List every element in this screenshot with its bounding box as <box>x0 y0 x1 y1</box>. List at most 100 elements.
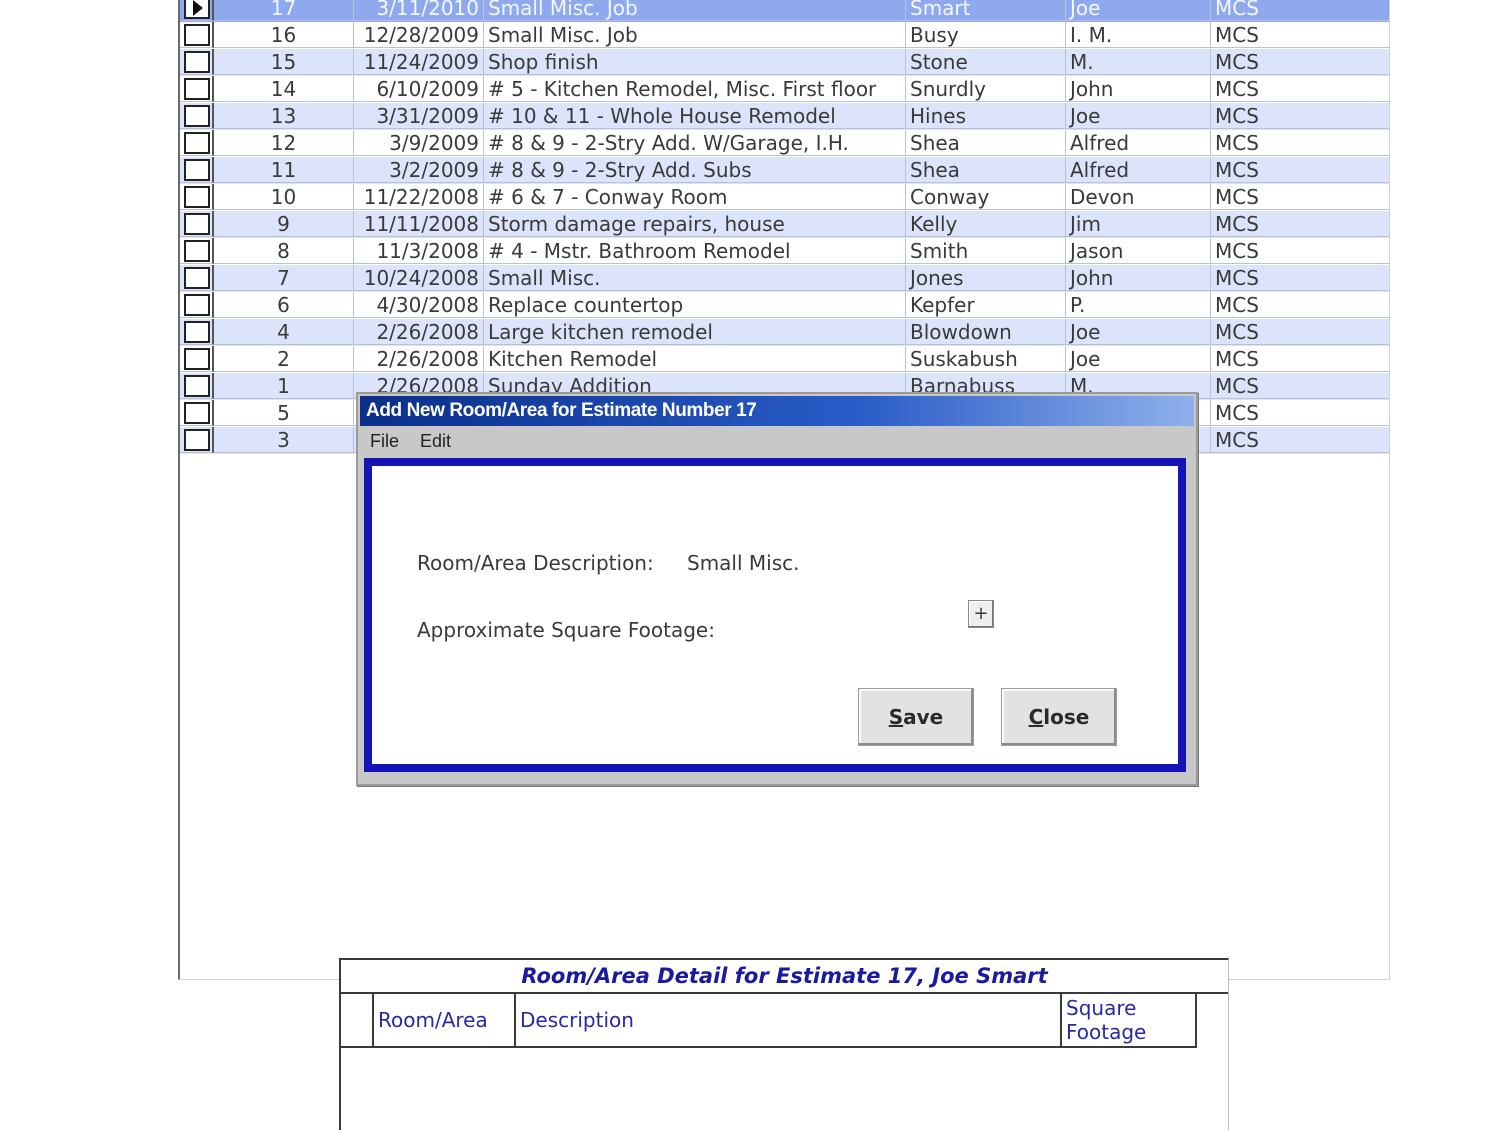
customer-first-name-cell[interactable]: I. M. <box>1066 22 1211 48</box>
record-selector[interactable] <box>180 292 214 318</box>
customer-last-name-cell[interactable]: Busy <box>906 22 1066 48</box>
customer-first-name-cell[interactable]: Jim <box>1066 211 1211 237</box>
record-selector[interactable] <box>180 130 214 156</box>
estimate-row[interactable]: 7 10/24/2008 Small Misc. Jones John MCS <box>180 265 1389 292</box>
company-cell[interactable]: MCS <box>1211 319 1389 345</box>
estimate-row[interactable]: 6 4/30/2008 Replace countertop Kepfer P. MCS <box>180 292 1389 319</box>
menu-file[interactable]: File <box>370 427 399 455</box>
estimate-description-cell[interactable]: Small Misc. Job <box>484 0 906 21</box>
customer-first-name-cell[interactable]: Alfred <box>1066 130 1211 156</box>
company-cell[interactable]: MCS <box>1211 427 1389 453</box>
estimate-date-cell[interactable]: 12/28/2009 <box>354 22 484 48</box>
estimate-row[interactable]: 14 6/10/2009 # 5 - Kitchen Remodel, Misc. … <box>180 76 1389 103</box>
company-cell[interactable]: MCS <box>1211 103 1389 129</box>
company-cell[interactable]: MCS <box>1211 49 1389 75</box>
estimate-description-cell[interactable]: # 8 & 9 - 2-Stry Add. Subs <box>484 157 906 183</box>
estimate-number-cell[interactable]: 12 <box>214 130 354 156</box>
estimate-description-cell[interactable]: # 5 - Kitchen Remodel, Misc. First floor <box>484 76 906 102</box>
estimate-row[interactable]: 13 3/31/2009 # 10 & 11 - Whole House Remod… <box>180 103 1389 130</box>
customer-first-name-cell[interactable]: John <box>1066 265 1211 291</box>
estimate-row[interactable]: 16 12/28/2009 Small Misc. Job Busy I. M. MCS <box>180 22 1389 49</box>
customer-last-name-cell[interactable]: Jones <box>906 265 1066 291</box>
customer-first-name-cell[interactable]: M. <box>1066 49 1211 75</box>
record-selector[interactable] <box>180 346 214 372</box>
estimate-number-cell[interactable]: 16 <box>214 22 354 48</box>
estimate-number-cell[interactable]: 1 <box>214 373 354 399</box>
customer-first-name-cell[interactable]: P. <box>1066 292 1211 318</box>
estimate-date-cell[interactable]: 6/10/2009 <box>354 76 484 102</box>
estimate-row[interactable]: 17 3/11/2010 Small Misc. Job Smart Joe MCS <box>180 0 1389 22</box>
estimate-row[interactable]: 9 11/11/2008 Storm damage repairs, house Ke… <box>180 211 1389 238</box>
estimate-number-cell[interactable]: 10 <box>214 184 354 210</box>
company-cell[interactable]: MCS <box>1211 130 1389 156</box>
estimate-date-cell[interactable]: 11/11/2008 <box>354 211 484 237</box>
company-cell[interactable]: MCS <box>1211 22 1389 48</box>
company-cell[interactable]: MCS <box>1211 211 1389 237</box>
customer-first-name-cell[interactable]: Alfred <box>1066 157 1211 183</box>
customer-last-name-cell[interactable]: Conway <box>906 184 1066 210</box>
customer-last-name-cell[interactable]: Kelly <box>906 211 1066 237</box>
customer-first-name-cell[interactable]: Joe <box>1066 0 1211 21</box>
customer-first-name-cell[interactable]: John <box>1066 76 1211 102</box>
estimate-number-cell[interactable]: 6 <box>214 292 354 318</box>
estimate-description-cell[interactable]: Storm damage repairs, house <box>484 211 906 237</box>
save-button[interactable]: Save <box>858 688 974 746</box>
estimate-number-cell[interactable]: 5 <box>214 400 354 426</box>
estimate-row[interactable]: 2 2/26/2008 Kitchen Remodel Suskabush Joe MCS <box>180 346 1389 373</box>
estimate-number-cell[interactable]: 13 <box>214 103 354 129</box>
estimate-date-cell[interactable]: 2/26/2008 <box>354 346 484 372</box>
estimate-number-cell[interactable]: 11 <box>214 157 354 183</box>
estimate-description-cell[interactable]: Kitchen Remodel <box>484 346 906 372</box>
estimate-date-cell[interactable]: 3/31/2009 <box>354 103 484 129</box>
estimate-description-cell[interactable]: Large kitchen remodel <box>484 319 906 345</box>
record-selector[interactable] <box>180 76 214 102</box>
estimate-row[interactable]: 12 3/9/2009 # 8 & 9 - 2-Stry Add. W/Garage… <box>180 130 1389 157</box>
customer-last-name-cell[interactable]: Snurdly <box>906 76 1066 102</box>
estimate-date-cell[interactable]: 11/24/2009 <box>354 49 484 75</box>
record-selector[interactable] <box>180 157 214 183</box>
record-selector[interactable] <box>180 373 214 399</box>
estimate-number-cell[interactable]: 17 <box>214 0 354 21</box>
detail-col-square-footage[interactable]: Square Footage <box>1062 994 1195 1046</box>
detail-col-description[interactable]: Description <box>516 994 1062 1046</box>
close-button[interactable]: Close <box>1001 688 1117 746</box>
estimate-date-cell[interactable]: 3/11/2010 <box>354 0 484 21</box>
estimate-date-cell[interactable]: 4/30/2008 <box>354 292 484 318</box>
company-cell[interactable]: MCS <box>1211 400 1389 426</box>
customer-last-name-cell[interactable]: Hines <box>906 103 1066 129</box>
record-selector[interactable] <box>180 319 214 345</box>
menu-edit[interactable]: Edit <box>420 427 451 455</box>
estimate-number-cell[interactable]: 15 <box>214 49 354 75</box>
record-selector[interactable] <box>180 103 214 129</box>
customer-first-name-cell[interactable]: Joe <box>1066 346 1211 372</box>
customer-first-name-cell[interactable]: Joe <box>1066 319 1211 345</box>
record-selector[interactable] <box>180 22 214 48</box>
customer-last-name-cell[interactable]: Shea <box>906 157 1066 183</box>
estimate-date-cell[interactable]: 3/2/2009 <box>354 157 484 183</box>
estimate-number-cell[interactable]: 9 <box>214 211 354 237</box>
estimate-date-cell[interactable]: 11/22/2008 <box>354 184 484 210</box>
estimate-date-cell[interactable]: 11/3/2008 <box>354 238 484 264</box>
estimate-row[interactable]: 4 2/26/2008 Large kitchen remodel Blowdown J… <box>180 319 1389 346</box>
company-cell[interactable]: MCS <box>1211 184 1389 210</box>
company-cell[interactable]: MCS <box>1211 373 1389 399</box>
record-selector[interactable] <box>180 427 214 453</box>
customer-last-name-cell[interactable]: Suskabush <box>906 346 1066 372</box>
company-cell[interactable]: MCS <box>1211 346 1389 372</box>
estimate-row[interactable]: 11 3/2/2009 # 8 & 9 - 2-Stry Add. Subs Shea… <box>180 157 1389 184</box>
customer-last-name-cell[interactable]: Smart <box>906 0 1066 21</box>
estimate-row[interactable]: 8 11/3/2008 # 4 - Mstr. Bathroom Remodel Sm… <box>180 238 1389 265</box>
estimate-description-cell[interactable]: # 4 - Mstr. Bathroom Remodel <box>484 238 906 264</box>
record-selector[interactable] <box>180 265 214 291</box>
detail-col-room-area[interactable]: Room/Area <box>374 994 516 1046</box>
customer-last-name-cell[interactable]: Blowdown <box>906 319 1066 345</box>
estimate-description-cell[interactable]: # 8 & 9 - 2-Stry Add. W/Garage, I.H. <box>484 130 906 156</box>
estimate-description-cell[interactable]: Small Misc. <box>484 265 906 291</box>
company-cell[interactable]: MCS <box>1211 157 1389 183</box>
record-selector[interactable] <box>180 400 214 426</box>
estimate-number-cell[interactable]: 2 <box>214 346 354 372</box>
record-selector[interactable] <box>180 0 214 21</box>
customer-first-name-cell[interactable]: Jason <box>1066 238 1211 264</box>
customer-first-name-cell[interactable]: Devon <box>1066 184 1211 210</box>
estimate-date-cell[interactable]: 10/24/2008 <box>354 265 484 291</box>
